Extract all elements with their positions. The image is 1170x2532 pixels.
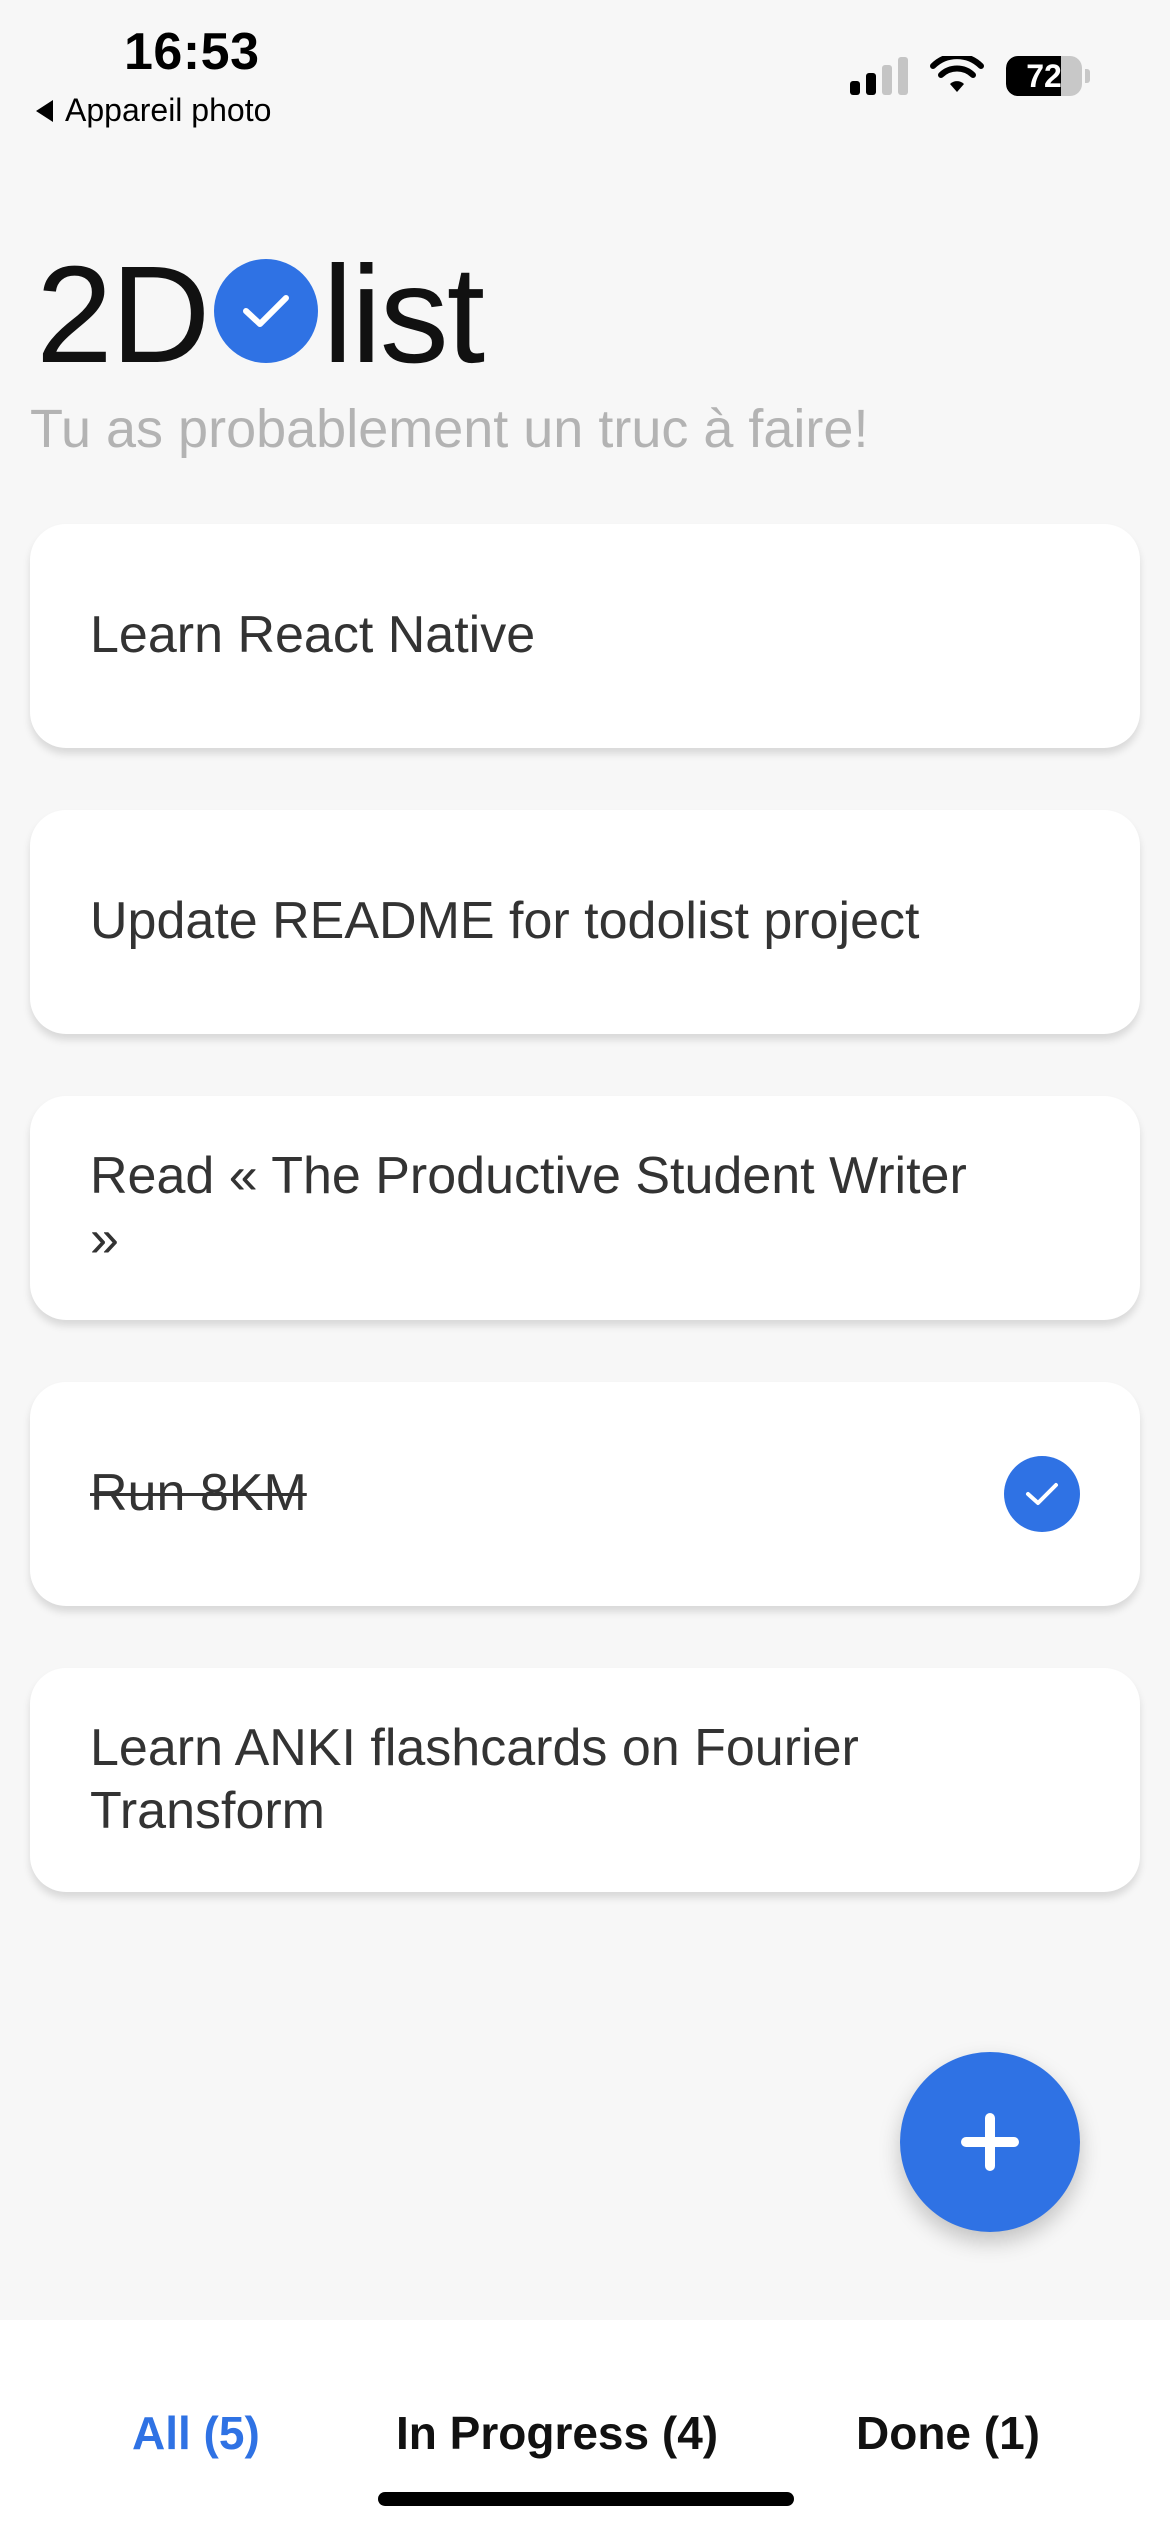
- status-icons: 72: [850, 56, 1090, 96]
- task-item[interactable]: Update README for todolist project: [30, 810, 1140, 1034]
- task-item[interactable]: Learn React Native: [30, 524, 1140, 748]
- logo-text-prefix: 2D: [36, 238, 210, 392]
- back-triangle-icon: [36, 99, 53, 122]
- add-task-button[interactable]: [900, 2052, 1080, 2232]
- task-title: Read « The Productive Student Writer »: [90, 1146, 967, 1268]
- task-item[interactable]: Read « The Productive Student Writer »: [30, 1096, 1140, 1320]
- tab-done[interactable]: Done (1): [856, 2406, 1040, 2460]
- back-to-app-link[interactable]: Appareil photo: [36, 92, 271, 129]
- task-item-done[interactable]: Run 8KM: [30, 1382, 1140, 1606]
- battery-level: 72: [1026, 57, 1062, 94]
- plus-icon: [961, 2113, 1019, 2171]
- checkmark-circle-icon: [214, 259, 319, 363]
- app-logo: 2D list: [36, 238, 485, 392]
- task-item[interactable]: Learn ANKI flashcards on Fourier Transfo…: [30, 1668, 1140, 1892]
- task-title: Learn ANKI flashcards on Fourier Transfo…: [90, 1718, 859, 1840]
- task-title: Update README for todolist project: [90, 892, 920, 951]
- back-app-label: Appareil photo: [65, 92, 272, 128]
- status-time: 16:53: [124, 23, 260, 81]
- checkmark-icon[interactable]: [1004, 1456, 1080, 1532]
- task-list: Learn React Native Update README for tod…: [30, 524, 1140, 1954]
- wifi-icon: [930, 56, 984, 92]
- page-subtitle: Tu as probablement un truc à faire!: [30, 399, 869, 459]
- task-title: Learn React Native: [90, 606, 536, 665]
- task-title: Run 8KM: [90, 1464, 307, 1523]
- home-indicator[interactable]: [378, 2492, 794, 2506]
- logo-text-suffix: list: [322, 238, 485, 392]
- tab-in-progress[interactable]: In Progress (4): [396, 2406, 718, 2460]
- cellular-signal-icon: [850, 57, 908, 95]
- tab-all[interactable]: All (5): [132, 2406, 260, 2460]
- battery-icon: 72: [1006, 56, 1090, 96]
